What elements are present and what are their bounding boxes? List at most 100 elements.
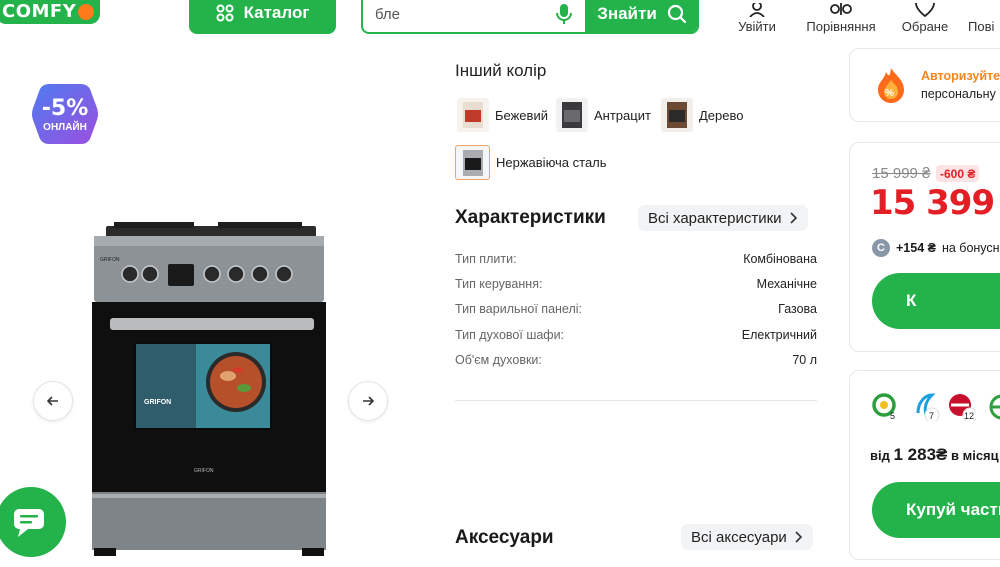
color-option-steel[interactable]: Нержавіюча сталь	[455, 145, 607, 180]
spec-value: Комбінована	[743, 252, 817, 266]
search-box: Знайти	[361, 0, 699, 34]
spec-label: Об'єм духовки:	[455, 353, 542, 367]
spec-row: Об'єм духовки: 70 л	[455, 353, 817, 373]
accessories-title: Аксесуари	[455, 527, 554, 548]
color-swatch-wood	[661, 98, 693, 132]
notifications-label: Пові	[968, 19, 995, 34]
spec-value: Електричний	[741, 328, 817, 342]
all-accessories-link[interactable]: Всі аксесуари	[681, 524, 813, 550]
installment-currency: ₴	[936, 445, 948, 464]
section-divider	[455, 400, 817, 401]
search-button-label: Знайти	[597, 4, 657, 23]
compare-link[interactable]: Порівняння	[802, 0, 880, 34]
chevron-right-icon	[795, 531, 802, 543]
discount-badge: -5% ОНЛАЙН	[31, 82, 99, 146]
logo-text: COMFY	[2, 1, 77, 22]
spec-row: Тип духової шафи: Електричний	[455, 328, 817, 348]
buy-button[interactable]: К	[872, 273, 1000, 329]
spec-value: Газова	[778, 302, 817, 316]
specs-title: Характеристики	[455, 207, 606, 228]
installment-card: 5 7 12 від 1 283₴ в місяц Купуй части	[849, 370, 1000, 560]
color-label-anthracite: Антрацит	[594, 107, 651, 123]
color-label-beige: Бежевий	[495, 107, 548, 123]
grid-icon	[216, 4, 234, 22]
color-swatch-anthracite	[556, 98, 588, 132]
favorites-link[interactable]: Обране	[898, 0, 952, 34]
gallery-prev-button[interactable]	[33, 381, 73, 421]
color-label-wood: Дерево	[699, 107, 744, 123]
top-header: COMFY Каталог Знайти Увійти Порівняння О…	[0, 0, 1000, 46]
bonus-text: на бонусни	[941, 241, 1000, 255]
compare-label: Порівняння	[806, 19, 876, 34]
product-image[interactable]: GRIFON GRIFON GRIFON	[88, 220, 330, 560]
brand-text-oven: GRIFON	[194, 468, 214, 474]
current-price: 15 399 ₴	[870, 183, 1000, 223]
scales-icon	[830, 3, 852, 15]
arrow-right-icon	[363, 396, 374, 406]
notifications-link[interactable]: Пові	[968, 0, 1000, 34]
badge-percent: -5%	[41, 96, 89, 121]
spec-row: Тип керування: Механічне	[455, 277, 817, 297]
color-section-title: Інший колір	[455, 61, 547, 80]
user-icon	[749, 3, 765, 17]
bank-count: 7	[929, 411, 934, 421]
catalog-label: Каталог	[243, 3, 310, 22]
old-price: 15 999 ₴	[872, 165, 931, 182]
installment-button[interactable]: Купуй части	[872, 482, 1000, 538]
spec-row: Тип варильної панелі: Газова	[455, 302, 817, 322]
color-option-wood[interactable]: Дерево	[661, 98, 743, 132]
bank-logo-icon[interactable]: 7	[912, 393, 940, 421]
auth-promo-line2: персональну ц	[921, 87, 1000, 101]
search-button[interactable]: Знайти	[585, 0, 697, 32]
product-page: COMFY Каталог Знайти Увійти Порівняння О…	[0, 0, 1000, 567]
installment-from: від	[870, 448, 890, 463]
spec-value: 70 л	[792, 353, 817, 367]
color-option-anthracite[interactable]: Антрацит	[556, 98, 651, 132]
logo-dot-icon	[78, 3, 95, 20]
spec-value: Механічне	[756, 277, 817, 291]
spec-label: Тип керування:	[455, 277, 543, 291]
login-link[interactable]: Увійти	[730, 0, 784, 34]
all-specs-label: Всі характеристики	[648, 209, 782, 227]
bank-logo-icon[interactable]: 5	[872, 393, 900, 421]
spec-label: Тип плити:	[455, 252, 517, 266]
bank-count: 5	[890, 411, 895, 421]
login-label: Увійти	[738, 19, 776, 34]
brand-text-screen: GRIFON	[144, 399, 171, 406]
bank-logo-icon[interactable]: 12	[948, 393, 976, 421]
price-card: 15 999 ₴ -600 ₴ 15 399 ₴ C +154 ₴ на бон…	[849, 142, 1000, 352]
price-value: 15 399	[870, 183, 995, 223]
bonus-coin-icon: C	[872, 239, 890, 257]
search-input[interactable]	[375, 2, 545, 26]
microphone-icon[interactable]	[553, 2, 575, 26]
installment-amount: 1 283	[893, 445, 937, 464]
auth-promo-card[interactable]: % Авторизуйтеся персональну ц	[849, 48, 1000, 122]
bonus-amount: +154 ₴	[896, 241, 936, 255]
chat-button[interactable]	[0, 487, 66, 557]
heart-icon	[915, 3, 935, 17]
search-icon	[667, 4, 686, 24]
arrow-left-icon	[47, 396, 58, 406]
spec-label: Тип духової шафи:	[455, 328, 565, 342]
discount-amount: -600 ₴	[936, 165, 980, 182]
spec-label: Тип варильної панелі:	[455, 302, 583, 316]
badge-caption: ОНЛАЙН	[43, 122, 87, 133]
catalog-button[interactable]: Каталог	[189, 0, 336, 34]
fire-percent-icon: %	[878, 68, 904, 103]
all-specs-link[interactable]: Всі характеристики	[638, 205, 808, 231]
installment-period: в місяц	[951, 448, 999, 463]
favorites-label: Обране	[901, 19, 949, 34]
bank-logo-icon[interactable]	[988, 393, 1000, 421]
chevron-right-icon	[789, 212, 797, 224]
bonus-info: C +154 ₴ на бонусни	[872, 239, 1000, 257]
installment-info: від 1 283₴ в місяц	[870, 445, 999, 465]
svg-text:%: %	[885, 88, 894, 99]
installment-button-label: Купуй части	[906, 500, 1000, 519]
gallery-next-button[interactable]	[348, 381, 388, 421]
comfy-logo[interactable]: COMFY	[0, 0, 101, 24]
bank-count: 12	[964, 411, 974, 421]
color-option-beige[interactable]: Бежевий	[457, 98, 548, 132]
brand-text-panel: GRIFON	[100, 257, 120, 263]
color-swatch-beige	[457, 98, 489, 132]
spec-row: Тип плити: Комбінована	[455, 252, 817, 272]
